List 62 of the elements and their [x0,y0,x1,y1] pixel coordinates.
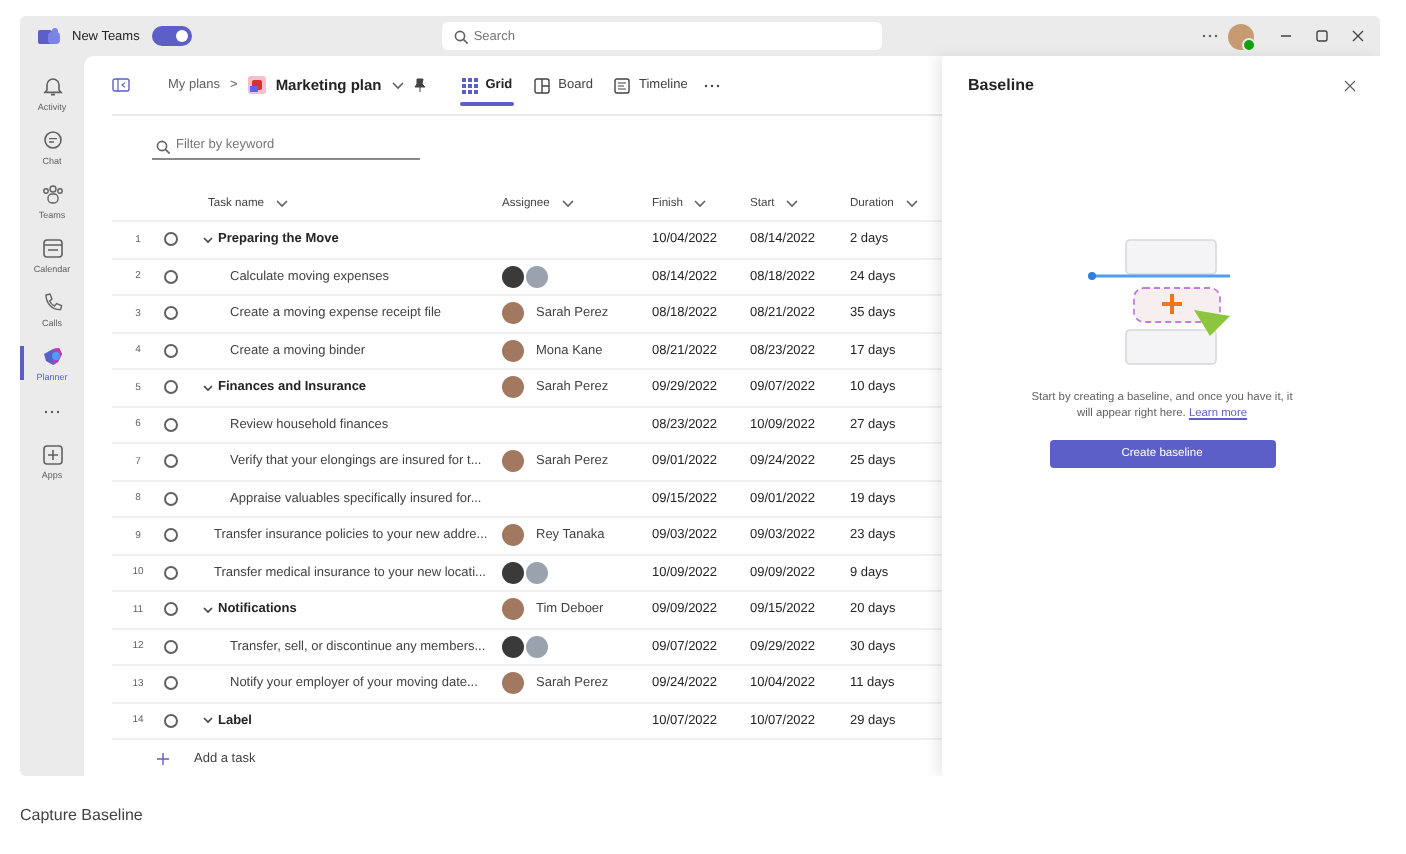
chat-icon [41,129,63,151]
search-icon [453,29,468,43]
maximize-icon[interactable] [1316,30,1328,42]
board-icon [534,77,551,93]
close-icon[interactable] [1344,79,1356,91]
chevron-down-icon[interactable] [202,603,214,616]
teams-logo-icon [38,27,60,45]
people-icon [41,183,63,205]
phone-icon [41,291,63,313]
complete-checkbox[interactable] [164,676,178,691]
chevron-down-icon[interactable] [202,381,214,394]
complete-checkbox[interactable] [164,639,178,654]
avatar [502,450,524,473]
avatar [526,635,548,658]
complete-checkbox[interactable] [164,713,178,728]
sort-chevron-icon [276,200,289,208]
avatar [502,376,524,399]
plan-menu-chevron-icon[interactable] [391,81,404,89]
complete-checkbox[interactable] [164,528,178,543]
complete-checkbox[interactable] [164,602,178,617]
avatar [502,265,524,288]
figure-caption: Capture Baseline [20,806,143,824]
complete-checkbox[interactable] [164,343,178,358]
sort-chevron-icon [786,200,799,208]
sort-chevron-icon [561,200,574,208]
sort-chevron-icon [905,200,918,208]
complete-checkbox[interactable] [164,306,178,321]
complete-checkbox[interactable] [164,380,178,395]
planner-icon [41,345,63,367]
avatar [502,598,524,621]
avatar [502,672,524,695]
complete-checkbox[interactable] [164,232,178,247]
avatar [502,635,524,658]
pin-icon[interactable] [413,78,426,92]
grid-icon [461,77,478,93]
panel-title: Baseline [968,76,1034,94]
plus-box-icon [41,443,63,465]
avatar [502,339,524,362]
sort-chevron-icon [694,200,707,208]
avatar [502,561,524,584]
user-avatar[interactable] [1228,23,1254,49]
complete-checkbox[interactable] [164,454,178,469]
search-icon [156,139,170,153]
avatar [502,302,524,325]
avatar [526,265,548,288]
calendar-icon [41,237,63,259]
complete-checkbox[interactable] [164,417,178,432]
complete-checkbox[interactable] [164,491,178,506]
avatar [526,561,548,584]
plan-icon [247,76,266,94]
avatar [502,524,524,547]
plus-icon [156,751,170,765]
complete-checkbox[interactable] [164,565,178,580]
complete-checkbox[interactable] [164,269,178,284]
chevron-down-icon[interactable] [202,233,214,246]
new-teams-toggle[interactable] [151,26,192,46]
minimize-icon[interactable] [1280,30,1292,42]
collapse-pane-icon[interactable] [112,78,130,92]
close-icon[interactable] [1352,30,1364,42]
timeline-icon [614,77,631,93]
bell-icon [41,75,63,97]
chevron-down-icon[interactable] [202,714,214,727]
